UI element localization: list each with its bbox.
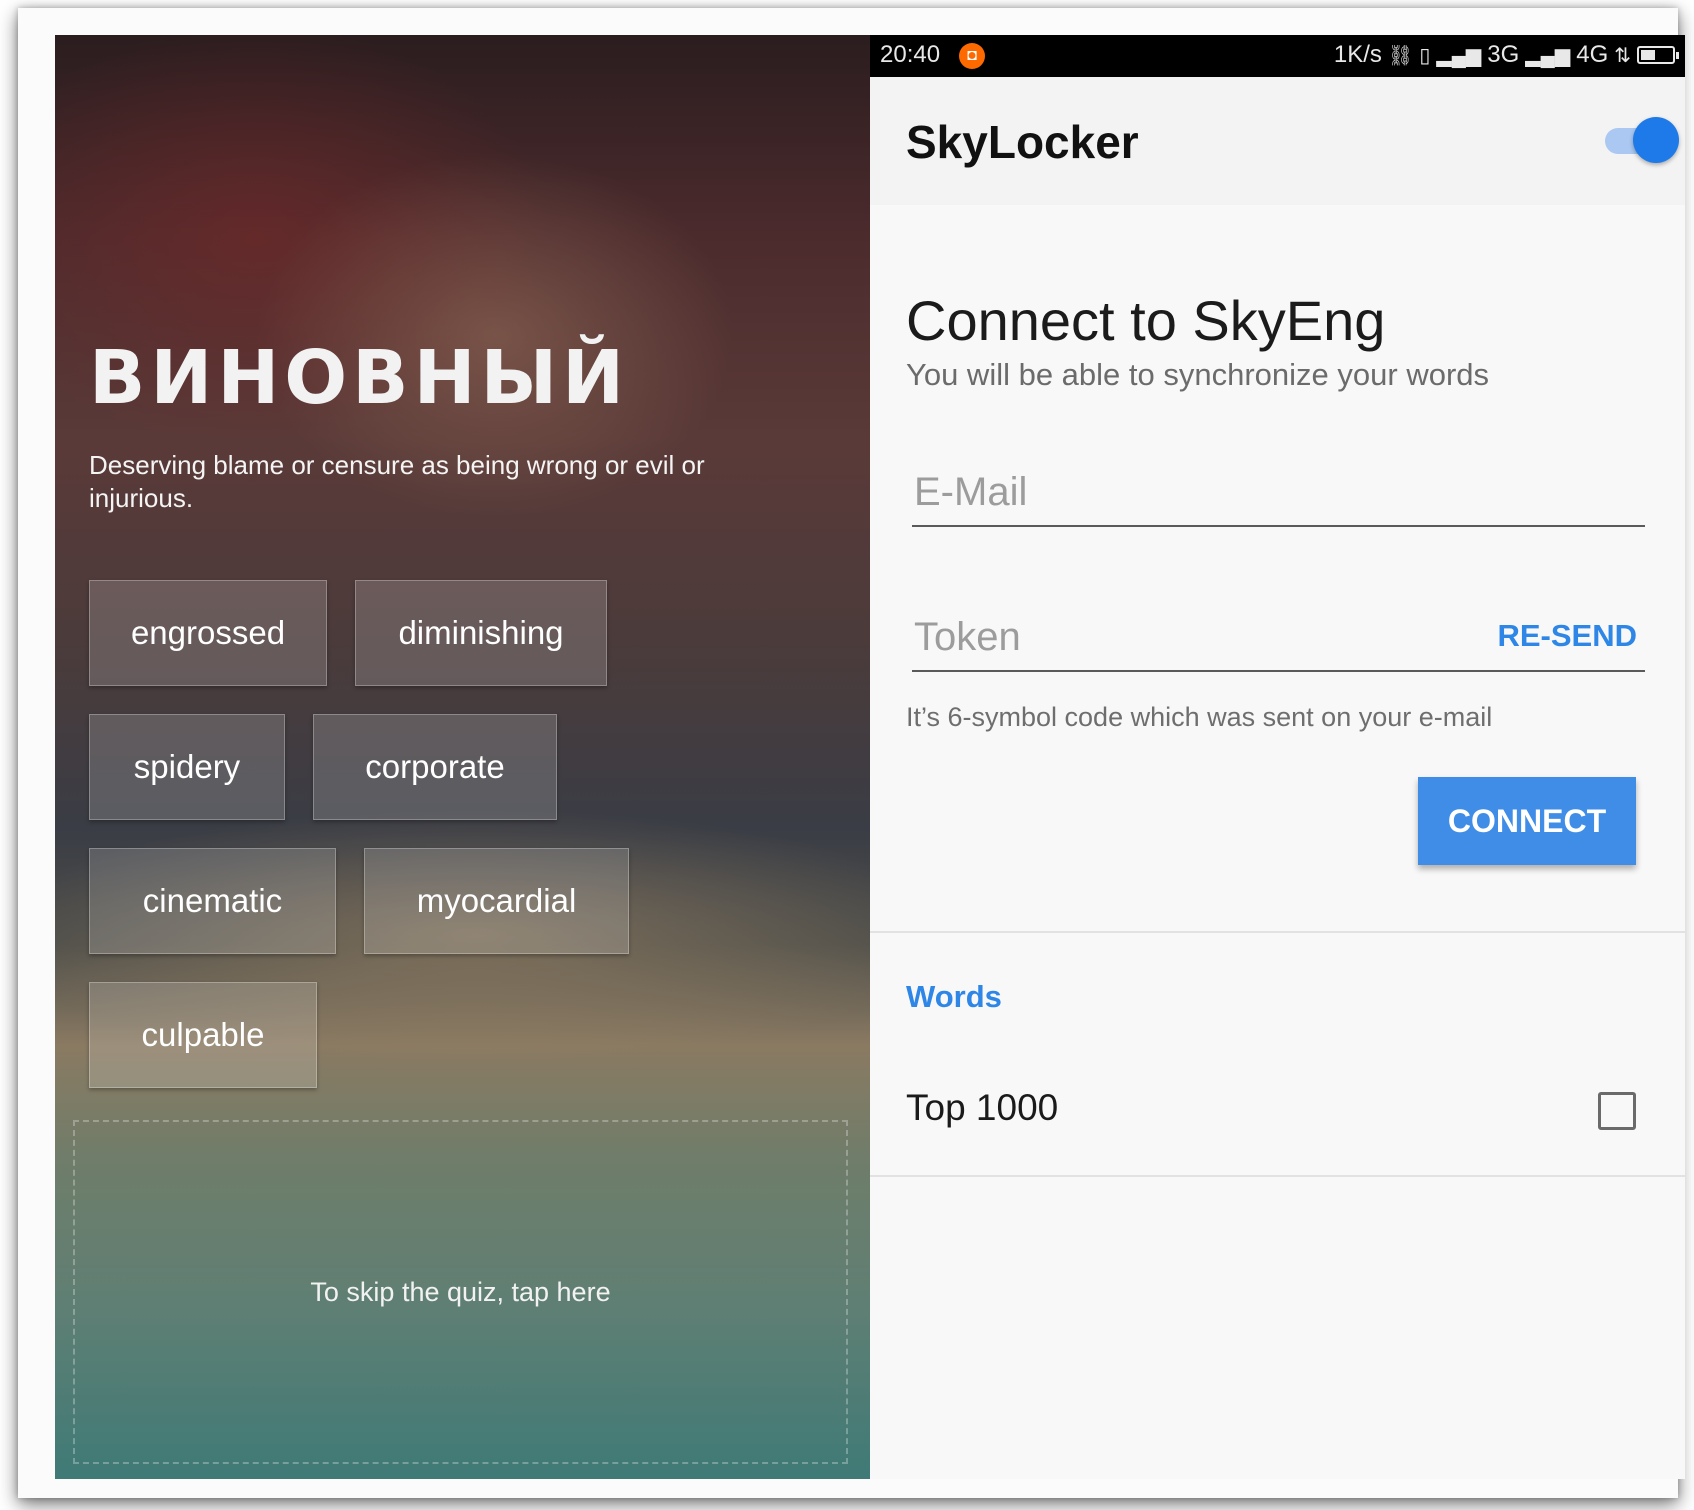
- app-bar: SkyLocker: [870, 77, 1685, 205]
- answer-row: culpable: [89, 982, 809, 1088]
- signal-icon: ▂▄▆: [1525, 44, 1571, 67]
- vibrate-icon: ▯: [1419, 44, 1431, 67]
- connect-subtitle: You will be able to synchronize your wor…: [906, 357, 1490, 392]
- top-1000-label: Top 1000: [906, 1087, 1059, 1128]
- answer-option-myocardial[interactable]: myocardial: [364, 848, 629, 954]
- network-3g: 3G: [1487, 41, 1520, 68]
- answer-option-diminishing[interactable]: diminishing: [355, 580, 607, 686]
- app-title: SkyLocker: [906, 116, 1139, 168]
- network-4g: 4G: [1576, 41, 1609, 68]
- resend-button[interactable]: RE-SEND: [1497, 618, 1637, 654]
- token-field-container: RE-SEND: [912, 606, 1649, 672]
- answer-option-culpable[interactable]: culpable: [89, 982, 317, 1088]
- quiz-definition: Deserving blame or censure as being wron…: [89, 450, 705, 513]
- connect-button[interactable]: CONNECT: [1418, 777, 1636, 865]
- words-section-label: Words: [906, 979, 1002, 1014]
- screens: ВИНОВНЫЙ Deserving blame or censure as b…: [55, 35, 1685, 1479]
- answer-row: spidery corporate: [89, 714, 809, 820]
- top-1000-row[interactable]: Top 1000: [870, 1065, 1685, 1155]
- quiz-lock-screen: ВИНОВНЫЙ Deserving blame or censure as b…: [55, 35, 870, 1479]
- orange-app-icon: ◘: [959, 43, 985, 69]
- quiz-word: ВИНОВНЫЙ: [89, 335, 630, 421]
- skip-quiz-area[interactable]: To skip the quiz, tap here: [73, 1120, 848, 1464]
- answer-option-engrossed[interactable]: engrossed: [89, 580, 327, 686]
- skip-quiz-label: To skip the quiz, tap here: [310, 1276, 611, 1307]
- battery-icon: [1637, 46, 1679, 64]
- enable-toggle[interactable]: [1601, 117, 1679, 163]
- top-1000-checkbox[interactable]: [1598, 1092, 1636, 1130]
- token-hint: It’s 6-symbol code which was sent on you…: [906, 702, 1493, 732]
- data-transfer-icon: ⇅: [1614, 44, 1631, 67]
- answer-options: engrossed diminishing spidery corporate …: [89, 580, 809, 1116]
- divider: [870, 1175, 1685, 1177]
- battery-fill: [1641, 50, 1655, 60]
- toggle-thumb: [1633, 117, 1679, 163]
- status-time: 20:40: [880, 41, 941, 68]
- email-field[interactable]: [912, 461, 1649, 523]
- answer-option-cinematic[interactable]: cinematic: [89, 848, 336, 954]
- status-bar: 20:40 ◘ 1K/s ⛓ ▯ ▂▄▆ 3G ▂▄▆ 4G ⇅: [870, 35, 1685, 77]
- screenshot-frame: ВИНОВНЫЙ Deserving blame or censure as b…: [18, 8, 1685, 1498]
- link-icon: ⛓: [1387, 44, 1414, 67]
- divider: [870, 931, 1685, 933]
- status-icons: 1K/s ⛓ ▯ ▂▄▆ 3G ▂▄▆ 4G ⇅: [1333, 41, 1679, 69]
- answer-row: cinematic myocardial: [89, 848, 809, 954]
- answer-option-spidery[interactable]: spidery: [89, 714, 285, 820]
- email-field-container: [912, 461, 1649, 527]
- signal-icon: ▂▄▆: [1436, 44, 1482, 67]
- connect-title: Connect to SkyEng: [906, 289, 1386, 352]
- answer-option-corporate[interactable]: corporate: [313, 714, 557, 820]
- network-speed: 1K/s: [1333, 41, 1382, 68]
- settings-screen: 20:40 ◘ 1K/s ⛓ ▯ ▂▄▆ 3G ▂▄▆ 4G ⇅ SkyLock…: [870, 35, 1685, 1479]
- answer-row: engrossed diminishing: [89, 580, 809, 686]
